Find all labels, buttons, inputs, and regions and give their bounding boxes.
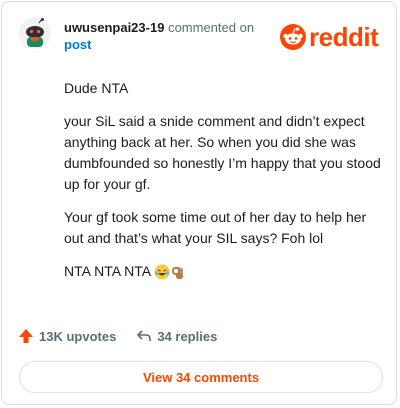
comment-paragraph: your SiL said a snide comment and didn’t… [64,113,381,192]
upvote-arrow-icon [19,329,33,343]
reply-count: 34 replies [157,328,218,344]
post-link[interactable]: post [64,37,91,52]
comment-body: Dude NTA your SiL said a snide comment a… [64,78,382,298]
username[interactable]: uwusenpai23-19 [64,20,164,35]
comment-paragraph: Your gf took some time out of her day to… [64,209,367,246]
comment-paragraph: NTA NTA NTA [64,263,151,279]
comment-header: uwusenpai23-19 commented on post [64,19,274,53]
reddit-logo: reddit [280,22,379,52]
snoo-avatar-icon [19,17,51,49]
reddit-wordmark: reddit [309,22,379,52]
upvote-count: 13K upvotes [39,328,117,344]
comment-actions: 13K upvotes 34 replies [18,328,237,344]
replies-button[interactable]: 34 replies [136,328,217,344]
ok-hand-emoji [170,264,186,286]
reply-arrow-icon [137,330,152,341]
view-comments-button[interactable]: View 34 comments [19,361,383,393]
reddit-snoo-icon [280,24,306,50]
comment-paragraph-last: NTA NTA NTA [64,261,382,286]
comment-card: uwusenpai23-19 commented on post reddit … [1,1,397,405]
comment-paragraph: Dude NTA [64,80,129,96]
upvote-button[interactable]: 13K upvotes [18,328,116,344]
commented-on-text: commented on [168,20,255,35]
laughing-tears-emoji [154,264,170,286]
user-avatar[interactable] [19,17,51,49]
